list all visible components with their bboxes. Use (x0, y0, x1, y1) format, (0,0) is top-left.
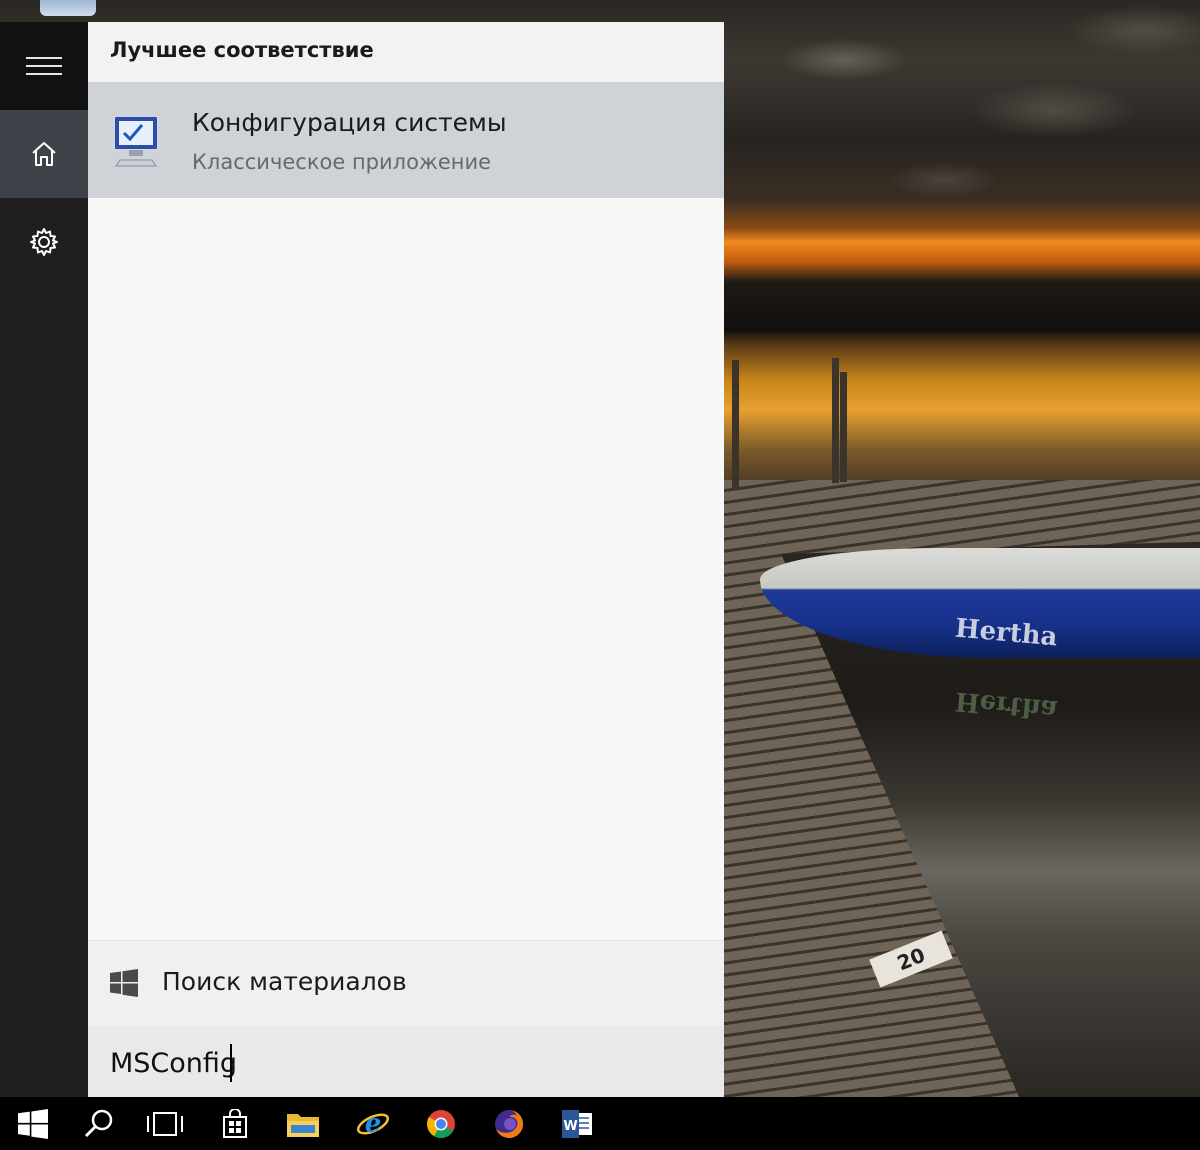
pier-post (832, 358, 839, 483)
folder-icon (287, 1113, 319, 1137)
search-icon (84, 1109, 113, 1137)
search-button[interactable] (66, 1097, 132, 1150)
results-area (88, 198, 724, 940)
wallpaper-clouds (724, 0, 1200, 230)
internet-explorer-button[interactable]: e (340, 1097, 406, 1150)
best-match-title: Конфигурация системы (192, 108, 507, 137)
hamburger-menu-button[interactable] (0, 22, 88, 110)
svg-text:e: e (365, 1109, 382, 1139)
gear-icon (30, 228, 58, 256)
file-explorer-button[interactable] (270, 1097, 336, 1150)
best-match-result[interactable]: Конфигурация системы Классическое прилож… (88, 82, 724, 198)
desktop-icon-partial[interactable] (40, 0, 96, 16)
search-input[interactable] (108, 1040, 702, 1086)
home-icon (32, 142, 56, 166)
store-icon (223, 1108, 247, 1138)
best-match-subtitle: Классическое приложение (192, 150, 492, 174)
store-button[interactable] (202, 1097, 268, 1150)
search-web-button[interactable]: Поиск материалов (88, 940, 724, 1027)
taskbar: e W (0, 1097, 1200, 1150)
task-view-icon (147, 1111, 183, 1136)
chrome-icon (427, 1109, 455, 1138)
pier-post (732, 360, 739, 490)
windows-logo-icon (110, 969, 138, 997)
pier-post (840, 372, 847, 482)
internet-explorer-icon: e (356, 1109, 390, 1139)
hamburger-menu-icon (26, 51, 62, 81)
search-web-label: Поиск материалов (162, 967, 407, 996)
firefox-icon (495, 1109, 524, 1138)
home-button[interactable] (0, 110, 88, 198)
search-panel: Лучшее соответствие Конфигурация системы… (88, 22, 724, 1097)
windows-logo-icon (18, 1108, 48, 1139)
search-box[interactable] (88, 1026, 724, 1097)
start-button[interactable] (0, 1097, 66, 1150)
firefox-button[interactable] (476, 1097, 542, 1150)
word-icon: W (562, 1109, 592, 1138)
word-button[interactable]: W (544, 1097, 610, 1150)
system-configuration-icon (113, 115, 159, 167)
start-rail (0, 22, 88, 1097)
svg-text:W: W (563, 1119, 577, 1134)
chrome-button[interactable] (408, 1097, 474, 1150)
text-caret (230, 1044, 232, 1082)
settings-button[interactable] (0, 198, 88, 286)
best-match-header: Лучшее соответствие (110, 38, 374, 62)
task-view-button[interactable] (132, 1097, 198, 1150)
